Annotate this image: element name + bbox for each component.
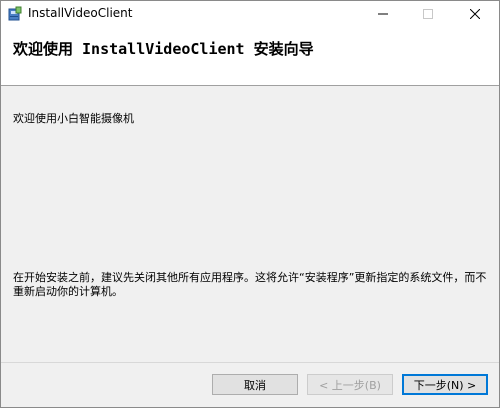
installer-icon bbox=[7, 6, 23, 22]
next-button[interactable]: 下一步(N) > bbox=[402, 374, 488, 395]
installer-window: InstallVideoClient 欢迎使用 InstallVideoClie… bbox=[0, 0, 500, 408]
close-icon bbox=[470, 9, 480, 19]
footer-divider bbox=[1, 362, 499, 363]
wizard-content: 欢迎使用小白智能摄像机 在开始安装之前，建议先关闭其他所有应用程序。这将允许“安… bbox=[1, 86, 499, 362]
page-title: 欢迎使用 InstallVideoClient 安装向导 bbox=[13, 40, 314, 58]
notice-text: 在开始安装之前，建议先关闭其他所有应用程序。这将允许“安装程序”更新指定的系统文… bbox=[13, 271, 487, 298]
maximize-button[interactable] bbox=[406, 1, 450, 27]
wizard-header: 欢迎使用 InstallVideoClient 安装向导 bbox=[1, 27, 499, 86]
minimize-button[interactable] bbox=[361, 1, 405, 27]
minimize-icon bbox=[378, 13, 388, 15]
back-button[interactable]: < 上一步(B) bbox=[307, 374, 393, 395]
window-title: InstallVideoClient bbox=[28, 6, 133, 20]
cancel-button[interactable]: 取消 bbox=[212, 374, 298, 395]
welcome-text: 欢迎使用小白智能摄像机 bbox=[13, 112, 134, 125]
maximize-icon bbox=[423, 9, 433, 19]
close-button[interactable] bbox=[453, 1, 497, 27]
title-bar[interactable]: InstallVideoClient bbox=[1, 1, 499, 27]
